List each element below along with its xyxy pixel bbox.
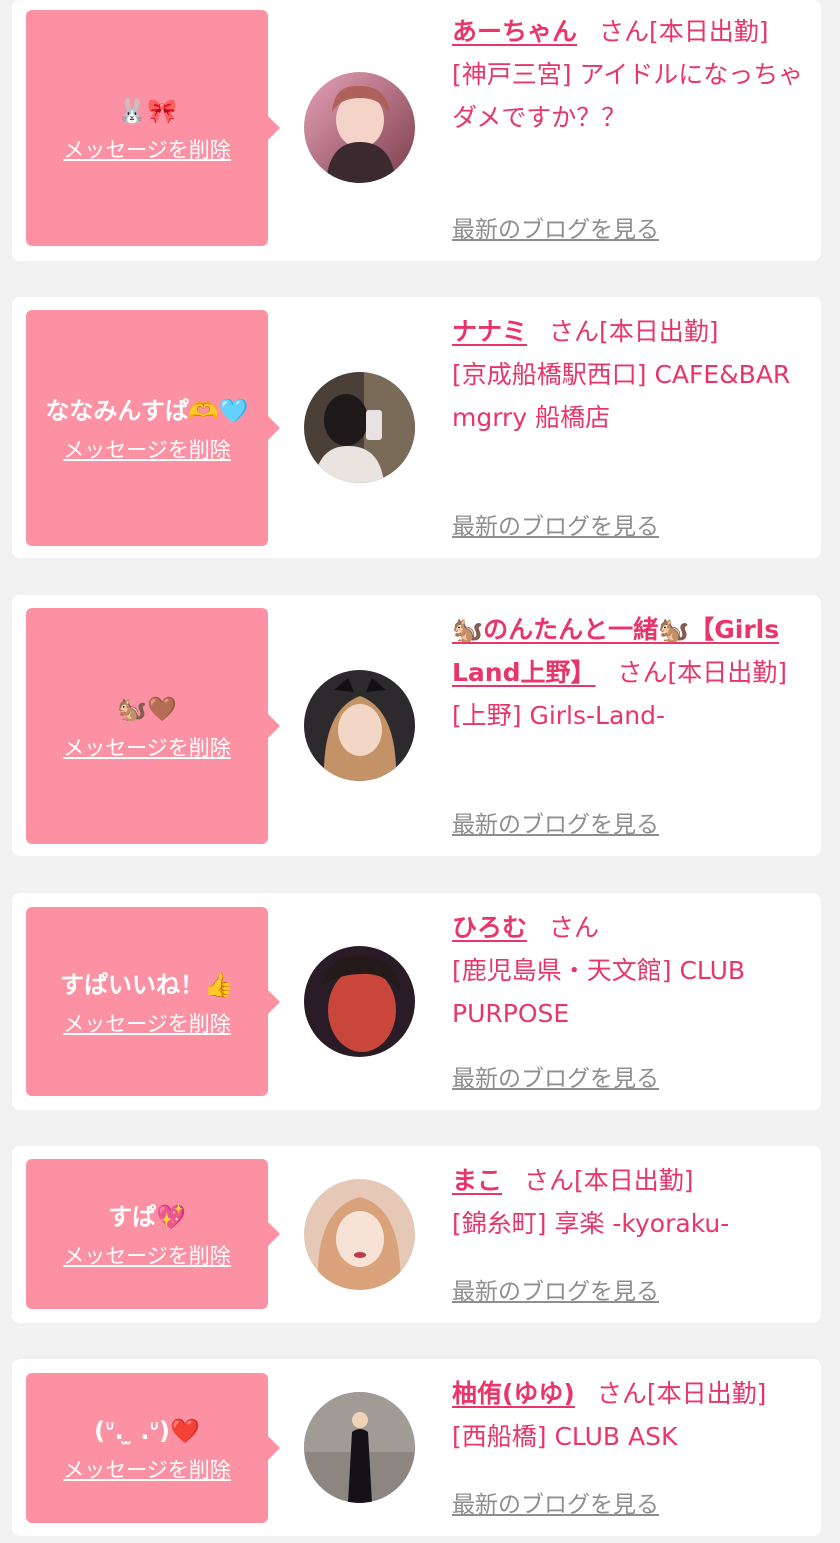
- delete-message-link[interactable]: メッセージを削除: [63, 1008, 231, 1038]
- avatar[interactable]: [304, 670, 415, 781]
- delete-message-link[interactable]: メッセージを削除: [63, 732, 231, 762]
- avatar[interactable]: [304, 1179, 415, 1290]
- message-card: 🐰🎀 メッセージを削除 あーちゃん さん[本日出勤] [神戸三宮] アイドルになっ…: [12, 0, 821, 261]
- latest-blog-link[interactable]: 最新のブログを見る: [452, 805, 659, 839]
- message-card: 🐿️🤎 メッセージを削除 🐿️のんたんと一緒🐿️【Girls Land上野】 さん…: [12, 595, 821, 856]
- delete-message-link[interactable]: メッセージを削除: [63, 1240, 231, 1270]
- avatar[interactable]: [304, 946, 415, 1057]
- cast-suffix: さん[本日出勤]: [617, 658, 788, 687]
- cast-location: [錦糸町] 享楽 -kyoraku-: [452, 1209, 730, 1238]
- message-bubble: 🐿️🤎 メッセージを削除: [26, 608, 280, 844]
- message-card: ななみんすぱ🫶🩵 メッセージを削除 ナナミ さん[本日出勤] [京成船橋駅西口] …: [12, 297, 821, 558]
- cast-location: [西船橋] CLUB ASK: [452, 1422, 678, 1451]
- cast-location: [京成船橋駅西口] CAFE&BAR mgrry 船橋店: [452, 360, 791, 432]
- message-text: すぱ💖: [108, 1203, 186, 1231]
- message-card: すぱ💖 メッセージを削除 まこ さん[本日出勤] [錦糸町] 享楽 -kyorak…: [12, 1146, 821, 1323]
- message-text: すぱいいね！👍: [60, 970, 234, 999]
- delete-message-link[interactable]: メッセージを削除: [63, 434, 231, 464]
- avatar[interactable]: [304, 72, 415, 183]
- cast-suffix: さん[本日出勤]: [524, 1166, 694, 1195]
- cast-info: ナナミ さん[本日出勤] [京成船橋駅西口] CAFE&BAR mgrry 船橋店: [452, 310, 806, 439]
- cast-name-link[interactable]: ナナミ: [452, 317, 527, 346]
- message-text: 🐿️🤎: [117, 695, 177, 723]
- cast-suffix: さん[本日出勤]: [599, 17, 769, 46]
- cast-name-link[interactable]: あーちゃん: [452, 17, 577, 46]
- cast-suffix: さん: [549, 913, 600, 942]
- message-text: 🐰🎀: [117, 97, 177, 125]
- message-text: ななみんすぱ🫶🩵: [45, 397, 249, 425]
- latest-blog-link[interactable]: 最新のブログを見る: [452, 1272, 659, 1306]
- cast-info: 🐿️のんたんと一緒🐿️【Girls Land上野】 さん[本日出勤] [上野] G…: [452, 608, 806, 737]
- cast-suffix: さん[本日出勤]: [549, 317, 719, 346]
- message-card: (ᐡ. ̫ .ᐡ)❤️ メッセージを削除 柚侑(ゆゆ) さん[本日出勤] [西船橋…: [12, 1359, 821, 1536]
- cast-info: ひろむ さん [鹿児島県・天文館] CLUB PURPOSE: [452, 906, 806, 1035]
- cast-location: [鹿児島県・天文館] CLUB PURPOSE: [452, 956, 746, 1028]
- message-bubble: (ᐡ. ̫ .ᐡ)❤️ メッセージを削除: [26, 1373, 280, 1523]
- message-card: すぱいいね！👍 メッセージを削除 ひろむ さん [鹿児島県・天文館] CLUB P…: [12, 893, 821, 1110]
- cast-location: [上野] Girls-Land-: [452, 701, 666, 730]
- cast-info: まこ さん[本日出勤] [錦糸町] 享楽 -kyoraku-: [452, 1159, 806, 1245]
- message-bubble: 🐰🎀 メッセージを削除: [26, 10, 280, 246]
- cast-info: 柚侑(ゆゆ) さん[本日出勤] [西船橋] CLUB ASK: [452, 1372, 806, 1458]
- message-bubble: すぱいいね！👍 メッセージを削除: [26, 907, 280, 1096]
- cast-name-link[interactable]: ひろむ: [452, 913, 527, 942]
- cast-suffix: さん[本日出勤]: [596, 1379, 767, 1408]
- delete-message-link[interactable]: メッセージを削除: [63, 134, 231, 164]
- message-bubble: すぱ💖 メッセージを削除: [26, 1159, 280, 1309]
- avatar[interactable]: [304, 1392, 415, 1503]
- latest-blog-link[interactable]: 最新のブログを見る: [452, 210, 659, 244]
- cast-name-link[interactable]: まこ: [452, 1166, 502, 1195]
- cast-location: [神戸三宮] アイドルになっちゃダメですか？？: [452, 60, 804, 132]
- latest-blog-link[interactable]: 最新のブログを見る: [452, 507, 659, 541]
- message-bubble: ななみんすぱ🫶🩵 メッセージを削除: [26, 310, 280, 546]
- cast-info: あーちゃん さん[本日出勤] [神戸三宮] アイドルになっちゃダメですか？？: [452, 10, 806, 139]
- delete-message-link[interactable]: メッセージを削除: [63, 1454, 231, 1484]
- latest-blog-link[interactable]: 最新のブログを見る: [452, 1485, 659, 1519]
- message-text: (ᐡ. ̫ .ᐡ)❤️: [94, 1417, 200, 1445]
- latest-blog-link[interactable]: 最新のブログを見る: [452, 1059, 659, 1093]
- cast-name-link[interactable]: 柚侑(ゆゆ): [452, 1379, 575, 1408]
- avatar[interactable]: [304, 372, 415, 483]
